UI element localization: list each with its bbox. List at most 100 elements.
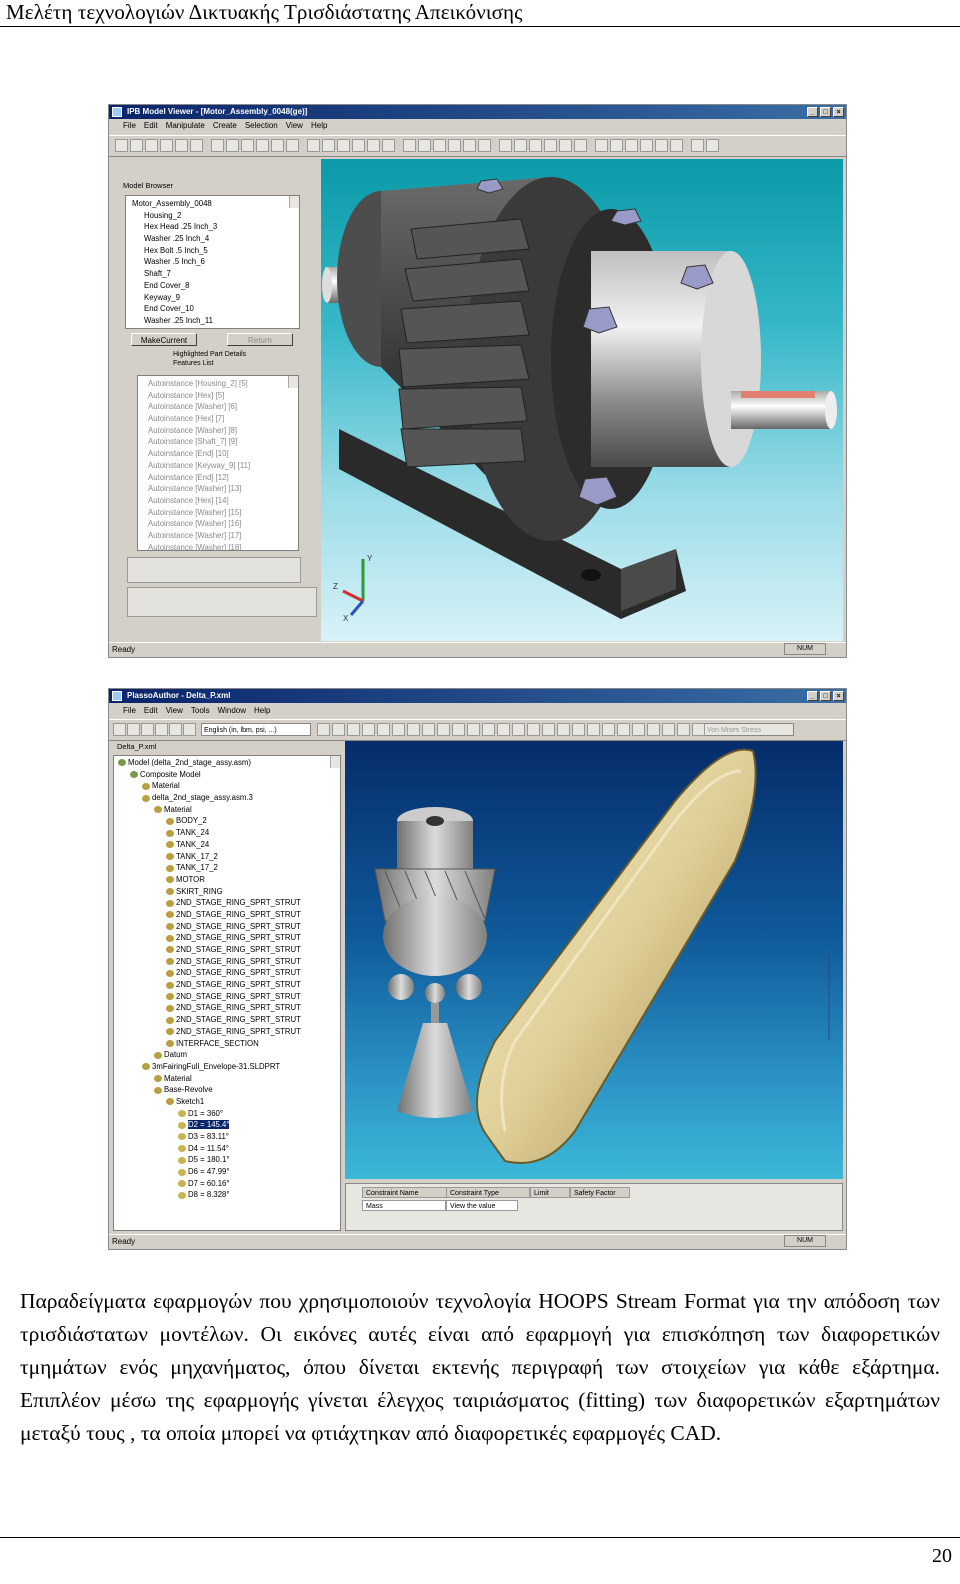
toolbar-button[interactable] [574, 139, 587, 152]
menu-file[interactable]: File [123, 120, 136, 132]
menu-window-2[interactable]: Window [218, 705, 246, 717]
tree-item-2[interactable]: MOTOR [118, 874, 340, 886]
toolbar-button[interactable] [145, 139, 158, 152]
toolbar-button[interactable] [529, 139, 542, 152]
toolbar-button[interactable] [418, 139, 431, 152]
tree-item[interactable]: Motor_Assembly_0048 [132, 198, 299, 210]
toolbar-button[interactable] [403, 139, 416, 152]
toolbar-button[interactable] [625, 139, 638, 152]
toolbar-button[interactable] [595, 139, 608, 152]
tree-item-2[interactable]: Model (delta_2nd_stage_assy.asm) [118, 757, 340, 769]
tree-item-2[interactable]: Base-Revolve [118, 1084, 340, 1096]
toolbar-button[interactable] [632, 723, 645, 736]
toolbar-button[interactable] [602, 723, 615, 736]
tree-item[interactable]: Keyway_9 [132, 292, 299, 304]
tree-item-2[interactable]: BODY_2 [118, 815, 340, 827]
toolbar-button[interactable] [514, 139, 527, 152]
toolbar-button[interactable] [542, 723, 555, 736]
menu-edit-2[interactable]: Edit [144, 705, 158, 717]
toolbar-button[interactable] [317, 723, 330, 736]
toolbar-button[interactable] [478, 139, 491, 152]
features-scrollbar[interactable] [288, 376, 298, 388]
tree-item-2[interactable]: 2ND_STAGE_RING_SPRT_STRUT [118, 932, 340, 944]
tree-item[interactable]: Housing_2 [132, 210, 299, 222]
toolbar-button[interactable] [322, 139, 335, 152]
toolbar-button[interactable] [499, 139, 512, 152]
tree-scrollbar[interactable] [289, 196, 299, 208]
toolbar-button[interactable] [352, 139, 365, 152]
tree-item[interactable]: Washer .25 Inch_11 [132, 315, 299, 327]
document-tab[interactable]: Delta_P.xml [117, 742, 156, 751]
tree-item-2[interactable]: Composite Model [118, 769, 340, 781]
tree-item[interactable]: End Cover_8 [132, 280, 299, 292]
toolbar-button[interactable] [155, 723, 168, 736]
tree-item-2[interactable]: Material [118, 804, 340, 816]
tree-item[interactable]: Shaft_7 [132, 268, 299, 280]
model-tree[interactable]: Motor_Assembly_0048 Housing_2 Hex Head .25… [125, 195, 300, 329]
tree-item[interactable]: Washer .5 Inch_6 [132, 256, 299, 268]
toolbar-button[interactable] [463, 139, 476, 152]
menu-help-2[interactable]: Help [254, 705, 270, 717]
toolbar-button[interactable] [190, 139, 203, 152]
toolbar-button[interactable] [241, 139, 254, 152]
toolbar-button[interactable] [677, 723, 690, 736]
tree-item-2[interactable]: 2ND_STAGE_RING_SPRT_STRUT [118, 1026, 340, 1038]
feature-item[interactable]: Autoinstance [Keyway_9] [11] [148, 460, 298, 472]
toolbar-button[interactable] [382, 139, 395, 152]
menu-tools-2[interactable]: Tools [191, 705, 210, 717]
toolbar-button[interactable] [610, 139, 623, 152]
tree-item-2[interactable]: 2ND_STAGE_RING_SPRT_STRUT [118, 921, 340, 933]
toolbar-button[interactable] [130, 139, 143, 152]
tree-item-2[interactable]: Datum [118, 1049, 340, 1061]
toolbar-button[interactable] [286, 139, 299, 152]
feature-item[interactable]: Autoinstance [End] [10] [148, 448, 298, 460]
toolbar-button[interactable] [691, 139, 704, 152]
minimize-button[interactable]: _ [807, 107, 818, 117]
feature-item[interactable]: Autoinstance [Housing_2] [5] [148, 378, 298, 390]
toolbar-button[interactable] [559, 139, 572, 152]
toolbar-button[interactable] [706, 139, 719, 152]
units-select[interactable]: English (in, lbm, psi, ...) [201, 723, 311, 736]
tree-item-2[interactable]: 2ND_STAGE_RING_SPRT_STRUT [118, 967, 340, 979]
tree-item-2[interactable]: 2ND_STAGE_RING_SPRT_STRUT [118, 1002, 340, 1014]
col-constraint-name[interactable]: Constraint Name [362, 1187, 454, 1198]
feature-item[interactable]: Autoinstance [Hex] [7] [148, 413, 298, 425]
toolbar-button[interactable] [655, 139, 668, 152]
toolbar-button[interactable] [617, 723, 630, 736]
maximize-button-2[interactable]: □ [820, 691, 831, 701]
maximize-button[interactable]: □ [820, 107, 831, 117]
feature-item[interactable]: Autoinstance [Washer] [13] [148, 483, 298, 495]
tree-item-2[interactable]: Material [118, 1073, 340, 1085]
minimize-button-2[interactable]: _ [807, 691, 818, 701]
tree-item[interactable]: Hex Bolt .5 Inch_5 [132, 245, 299, 257]
toolbar-button[interactable] [226, 139, 239, 152]
tree-item-2[interactable]: 2ND_STAGE_RING_SPRT_STRUT [118, 979, 340, 991]
tree-item-2[interactable]: Sketch1 [118, 1096, 340, 1108]
toolbar-button[interactable] [512, 723, 525, 736]
feature-item[interactable]: Autoinstance [Washer] [15] [148, 507, 298, 519]
close-button[interactable]: × [833, 107, 844, 117]
tree-item[interactable]: End Cover_10 [132, 303, 299, 315]
toolbar-button[interactable] [169, 723, 182, 736]
cell-constraint-name[interactable]: Mass [362, 1200, 446, 1211]
feature-item[interactable]: Autoinstance [End] [12] [148, 472, 298, 484]
toolbar-button[interactable] [572, 723, 585, 736]
tree-item-2[interactable]: 3mFairingFull_Envelope-31.SLDPRT [118, 1061, 340, 1073]
toolbar-button[interactable] [183, 723, 196, 736]
toolbar-button[interactable] [392, 723, 405, 736]
menu-help[interactable]: Help [311, 120, 327, 132]
tree-item-2[interactable]: 2ND_STAGE_RING_SPRT_STRUT [118, 956, 340, 968]
toolbar-button[interactable] [437, 723, 450, 736]
3d-viewport-2[interactable] [345, 741, 843, 1179]
model-tree-2[interactable]: Model (delta_2nd_stage_assy.asm) Composit… [113, 755, 341, 1231]
toolbar-button[interactable] [362, 723, 375, 736]
toolbar-button[interactable] [175, 139, 188, 152]
tree-item-2[interactable]: TANK_17_2 [118, 851, 340, 863]
cell-constraint-type[interactable]: View the value [446, 1200, 518, 1211]
toolbar-button[interactable] [670, 139, 683, 152]
toolbar-button[interactable] [113, 723, 126, 736]
toolbar-button[interactable] [482, 723, 495, 736]
tree-item-2[interactable]: delta_2nd_stage_assy.asm.3 [118, 792, 340, 804]
tree-item-2[interactable]: TANK_17_2 [118, 862, 340, 874]
toolbar-button[interactable] [433, 139, 446, 152]
